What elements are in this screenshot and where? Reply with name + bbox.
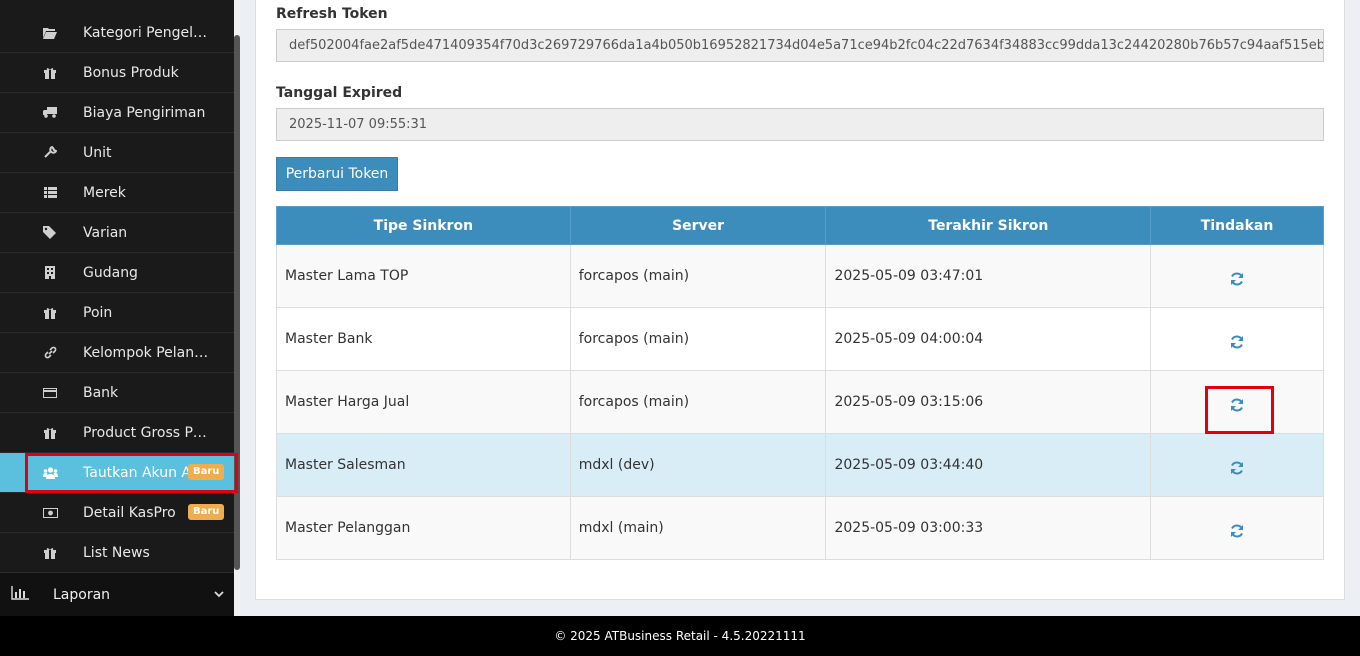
sidebar-item-label: Merek: [83, 184, 126, 201]
scrollbar-thumb[interactable]: [234, 35, 240, 570]
table-row: Master Salesman mdxl (dev) 2025-05-09 03…: [276, 433, 1324, 497]
sync-type-cell: Master Lama TOP: [276, 244, 571, 308]
refresh-icon[interactable]: [1227, 332, 1247, 352]
tags-icon: [41, 213, 59, 253]
table-header-row: Tipe Sinkron Server Terakhir Sikron Tind…: [276, 206, 1324, 245]
sidebar-parent-label: Laporan: [53, 586, 111, 603]
refresh-token-field[interactable]: def502004fae2af5de471409354f70d3c2697297…: [276, 29, 1324, 62]
truck-icon: [41, 93, 59, 133]
sidebar: Kategori Pengeluaran Bonus Produk Biaya …: [0, 0, 234, 616]
sidebar-item-list-news[interactable]: List News: [0, 533, 234, 573]
expired-date-label: Tanggal Expired: [276, 85, 403, 101]
last-sync-cell: 2025-05-09 03:00:33: [825, 496, 1152, 560]
sidebar-item-label: Kategori Pengeluaran: [83, 24, 211, 41]
sidebar-item-varian[interactable]: Varian: [0, 213, 234, 253]
sidebar-item-label: Product Gross Price: [83, 424, 211, 441]
new-badge: Baru: [188, 464, 225, 480]
sidebar-item-label: Kelompok Pelanggan: [83, 344, 211, 361]
server-cell: mdxl (main): [569, 496, 827, 560]
gift-icon: [41, 533, 59, 573]
server-cell: forcapos (main): [569, 244, 827, 308]
sidebar-item-tautkan-akun-akunting[interactable]: Tautkan Akun Akunting Baru: [0, 453, 234, 493]
action-cell: [1150, 307, 1324, 371]
sync-type-cell: Master Salesman: [276, 433, 571, 497]
refresh-icon[interactable]: [1227, 521, 1247, 541]
sidebar-item-label: Bank: [83, 384, 119, 401]
gift-icon: [41, 413, 59, 453]
sync-type-cell: Master Harga Jual: [276, 370, 571, 434]
sidebar-item-label: Varian: [83, 224, 128, 241]
sidebar-item-label: Unit: [83, 144, 112, 161]
sidebar-item-unit[interactable]: Unit: [0, 133, 234, 173]
chevron-down-icon: [212, 587, 226, 601]
sidebar-scrollbar[interactable]: [234, 0, 240, 616]
sidebar-item-poin[interactable]: Poin: [0, 293, 234, 333]
gift-icon: [41, 53, 59, 93]
sidebar-item-gudang[interactable]: Gudang: [0, 253, 234, 293]
server-cell: mdxl (dev): [569, 433, 827, 497]
action-cell: [1150, 244, 1324, 308]
refresh-icon[interactable]: [1227, 458, 1247, 478]
building-icon: [41, 253, 59, 293]
column-header: Tindakan: [1150, 206, 1324, 245]
sidebar-item-product-gross-price[interactable]: Product Gross Price: [0, 413, 234, 453]
new-badge: Baru: [188, 504, 225, 520]
sidebar-item-biaya-pengiriman[interactable]: Biaya Pengiriman: [0, 93, 234, 133]
sidebar-item-label: Bonus Produk: [83, 64, 179, 81]
column-header: Server: [569, 206, 827, 245]
folder-open-icon: [41, 13, 59, 53]
server-cell: forcapos (main): [569, 307, 827, 371]
expired-date-field[interactable]: 2025-11-07 09:55:31: [276, 108, 1324, 141]
list-icon: [41, 173, 59, 213]
sidebar-item-label: Biaya Pengiriman: [83, 104, 206, 121]
credit-card-icon: [41, 373, 59, 413]
money-icon: [41, 493, 59, 533]
sidebar-item-bonus-produk[interactable]: Bonus Produk: [0, 53, 234, 93]
last-sync-cell: 2025-05-09 03:44:40: [825, 433, 1152, 497]
sidebar-item-label: Poin: [83, 304, 113, 321]
action-cell: [1150, 370, 1324, 434]
sidebar-item-label: List News: [83, 544, 150, 561]
action-cell: [1150, 433, 1324, 497]
refresh-icon[interactable]: [1227, 269, 1247, 289]
gift-icon: [41, 293, 59, 333]
table-row: Master Lama TOP forcapos (main) 2025-05-…: [276, 244, 1324, 308]
footer: © 2025 ATBusiness Retail - 4.5.20221111: [0, 616, 1360, 656]
sync-type-cell: Master Pelanggan: [276, 496, 571, 560]
sync-type-cell: Master Bank: [276, 307, 571, 371]
refresh-token-label: Refresh Token: [276, 6, 388, 22]
last-sync-cell: 2025-05-09 04:00:04: [825, 307, 1152, 371]
bar-chart-icon: [11, 586, 29, 604]
sidebar-menu-laporan[interactable]: Laporan: [0, 573, 234, 616]
sidebar-item-kategori-pengeluaran[interactable]: Kategori Pengeluaran: [0, 13, 234, 53]
table-row: Master Harga Jual forcapos (main) 2025-0…: [276, 370, 1324, 434]
last-sync-cell: 2025-05-09 03:47:01: [825, 244, 1152, 308]
server-cell: forcapos (main): [569, 370, 827, 434]
column-header: Tipe Sinkron: [276, 206, 571, 245]
table-row: Master Pelanggan mdxl (main) 2025-05-09 …: [276, 496, 1324, 560]
action-cell: [1150, 496, 1324, 560]
sidebar-item-kelompok-pelanggan[interactable]: Kelompok Pelanggan: [0, 333, 234, 373]
column-header: Terakhir Sikron: [825, 206, 1152, 245]
update-token-button[interactable]: Perbarui Token: [276, 157, 398, 191]
refresh-icon[interactable]: [1227, 395, 1247, 415]
users-icon: [41, 453, 59, 493]
wrench-icon: [41, 133, 59, 173]
sync-table: Tipe Sinkron Server Terakhir Sikron Tind…: [276, 206, 1324, 560]
sidebar-item-detail-kaspro[interactable]: Detail KasPro Baru: [0, 493, 234, 533]
sidebar-item-merek[interactable]: Merek: [0, 173, 234, 213]
last-sync-cell: 2025-05-09 03:15:06: [825, 370, 1152, 434]
link-icon: [41, 333, 59, 373]
sidebar-item-bank[interactable]: Bank: [0, 373, 234, 413]
sidebar-item-label: Gudang: [83, 264, 138, 281]
table-row: Master Bank forcapos (main) 2025-05-09 0…: [276, 307, 1324, 371]
